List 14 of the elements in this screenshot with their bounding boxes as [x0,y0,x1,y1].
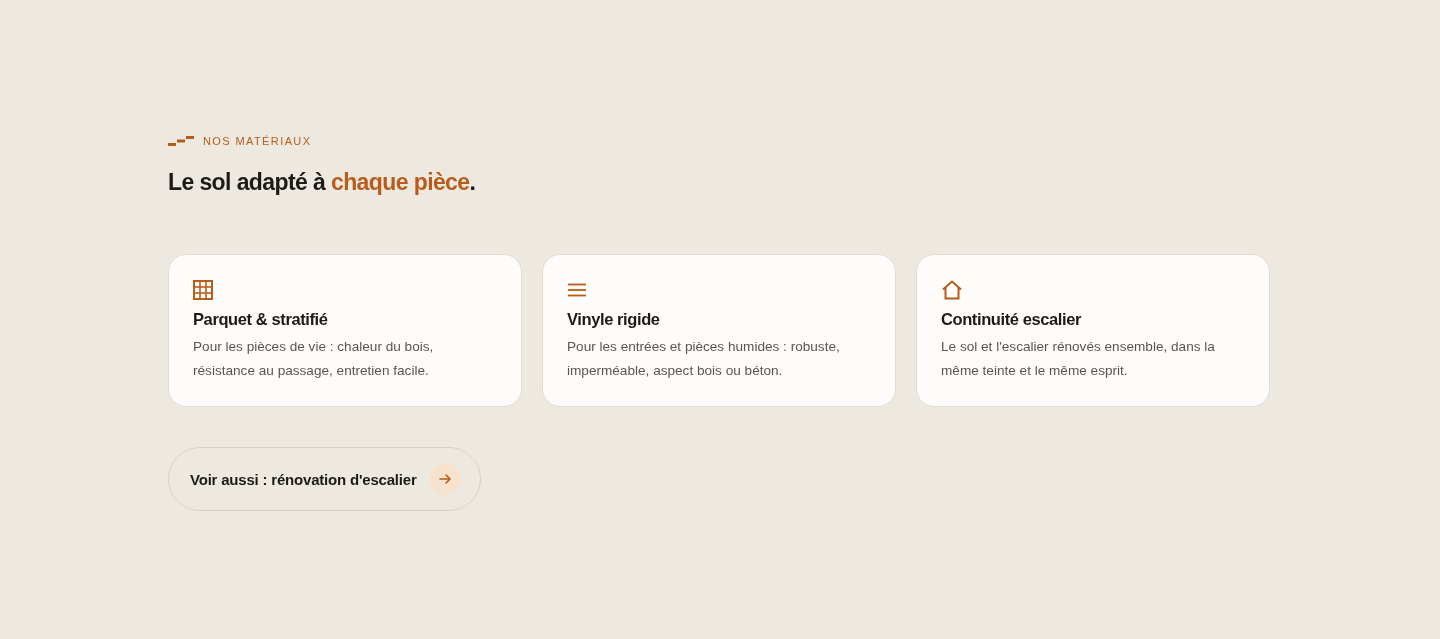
stair-renovation-link-button[interactable]: Voir aussi : rénovation d'escalier [168,447,481,511]
lines-icon [567,283,587,297]
grid-icon [193,280,213,300]
arrow-right-icon [428,463,461,495]
section-heading: Le sol adapté à chaque pièce. [168,168,477,196]
card-description: Pour les entrées et pièces humides : robuste, imperméable, aspect bois ou béton. [567,338,841,380]
card-description: Pour les pièces de vie : chaleur du bois, résistance au passage, entretien facile. [193,338,435,380]
card-title: Parquet & stratifié [193,309,329,330]
section-eyebrow: NOS MATÉRIAUX [203,134,312,148]
house-icon [941,280,963,300]
card-title: Continuité escalier [941,309,1083,330]
steps-icon [168,136,194,146]
card-description: Le sol et l'escalier rénovés ensemble, dans la même teinte et le même esprit. [941,338,1216,380]
card-title: Vinyle rigide [567,309,661,330]
